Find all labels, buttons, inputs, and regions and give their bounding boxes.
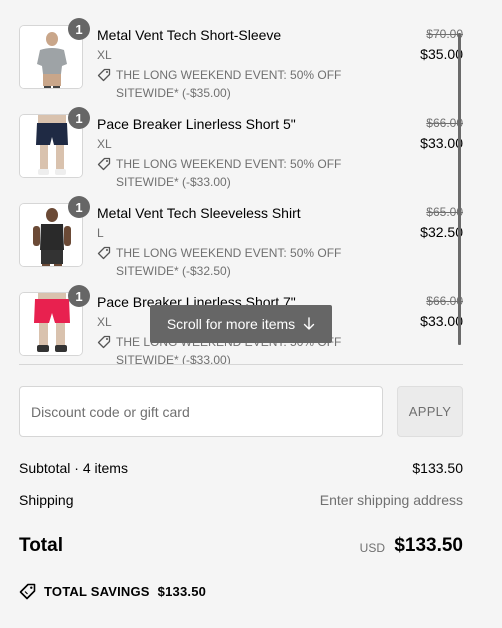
shipping-value: Enter shipping address (319, 492, 463, 508)
tag-icon (97, 68, 111, 82)
sale-price: $33.00 (420, 313, 463, 329)
currency-code: USD (359, 541, 385, 555)
total-savings-label: TOTAL SAVINGS (44, 584, 150, 599)
product-size: XL (97, 137, 112, 151)
tag-icon (97, 335, 111, 349)
sale-price: $35.00 (420, 46, 463, 62)
sale-price: $33.00 (420, 135, 463, 151)
product-name[interactable]: Pace Breaker Linerless Short 5" (97, 116, 296, 132)
product-size: XL (97, 315, 112, 329)
subtotal-label: Subtotal · 4 items (19, 460, 128, 476)
total-savings: TOTAL SAVINGS $133.50 (19, 583, 206, 600)
total-value: $133.50 (394, 535, 463, 556)
quantity-badge: 1 (68, 107, 90, 129)
divider (19, 364, 463, 365)
sale-price: $32.50 (420, 224, 463, 240)
total-savings-value: $133.50 (157, 584, 207, 599)
product-name[interactable]: Metal Vent Tech Short-Sleeve (97, 27, 281, 43)
shipping-label: Shipping (19, 492, 74, 508)
tag-icon (97, 246, 111, 260)
subtotal-value: $133.50 (412, 460, 463, 476)
quantity-badge: 1 (68, 285, 90, 307)
cart-item: 1 Pace Breaker Linerless Short 5" XL THE… (19, 89, 463, 189)
cart-item: 1 Metal Vent Tech Short-Sleeve XL THE LO… (19, 0, 463, 100)
arrow-down-icon (303, 317, 315, 330)
scroll-hint-label: Scroll for more items (166, 316, 296, 332)
cart-item: 1 Metal Vent Tech Sleeveless Shirt L THE… (19, 178, 463, 278)
quantity-badge: 1 (68, 196, 90, 218)
total-label: Total (19, 535, 63, 556)
apply-discount-button[interactable]: APPLY (397, 386, 463, 437)
scrollbar[interactable] (458, 33, 461, 345)
discount-code-input[interactable] (19, 386, 383, 437)
scroll-for-more-button[interactable]: Scroll for more items (150, 305, 332, 343)
tag-icon (19, 583, 36, 600)
product-size: L (97, 226, 104, 240)
tag-icon (97, 157, 111, 171)
product-size: XL (97, 48, 112, 62)
product-name[interactable]: Metal Vent Tech Sleeveless Shirt (97, 205, 301, 221)
quantity-badge: 1 (68, 18, 90, 40)
